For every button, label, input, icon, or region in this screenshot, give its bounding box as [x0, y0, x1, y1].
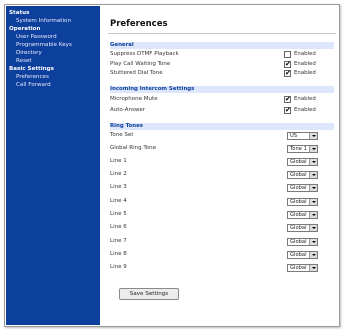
nav-section-operation: Operation [9, 26, 41, 32]
checkbox-stuttered-dial-tone-label: Enabled [294, 70, 316, 76]
label-tone-set: Tone Set [110, 132, 134, 138]
select-tone-set-value: US [290, 133, 298, 139]
nav-item-system-information[interactable]: System Information [6, 17, 100, 25]
nav-item-programmable-keys[interactable]: Programmable Keys [6, 41, 100, 49]
chevron-down-icon [309, 265, 317, 271]
chevron-down-icon [309, 239, 317, 245]
section-intercom: Incoming Intercom Settings [110, 86, 334, 93]
select-line-9-value: Global [290, 265, 307, 271]
label-line-7: Line 7 [110, 238, 127, 244]
select-line-4[interactable]: Global [287, 198, 318, 206]
section-ring-tones: Ring Tones [110, 123, 334, 130]
select-line-8[interactable]: Global [287, 251, 318, 259]
checkbox-call-waiting-tone[interactable] [284, 60, 291, 68]
select-line-7[interactable]: Global [287, 238, 318, 246]
select-line-6-value: Global [290, 225, 307, 231]
select-line-1[interactable]: Global [287, 158, 318, 166]
section-general: General [110, 42, 334, 49]
save-settings-button[interactable]: Save Settings [119, 288, 179, 300]
label-call-waiting-tone: Play Call Waiting Tone [110, 61, 171, 67]
checkbox-suppress-dtmf-label: Enabled [294, 51, 316, 57]
nav-item-directory[interactable]: Directory [6, 49, 100, 57]
select-line-6[interactable]: Global [287, 224, 318, 232]
select-line-5-value: Global [290, 212, 307, 218]
select-tone-set[interactable]: US [287, 132, 318, 140]
nav-item-reset[interactable]: Reset [6, 57, 100, 65]
chevron-down-icon [309, 225, 317, 231]
section-general-heading: General [110, 41, 134, 48]
chevron-down-icon [309, 252, 317, 258]
label-auto-answer: Auto-Answer [110, 107, 145, 113]
chevron-down-icon [309, 146, 317, 152]
chevron-down-icon [309, 172, 317, 178]
select-line-2-value: Global [290, 172, 307, 178]
select-line-1-value: Global [290, 159, 307, 165]
select-line-3[interactable]: Global [287, 184, 318, 192]
checkbox-microphone-mute[interactable] [284, 95, 291, 103]
checkbox-auto-answer-label: Enabled [294, 107, 316, 113]
select-line-7-value: Global [290, 239, 307, 245]
label-line-1: Line 1 [110, 158, 127, 164]
main-content: Preferences General Suppress DTMF Playba… [108, 6, 338, 325]
nav-section-basic-settings: Basic Settings [9, 66, 54, 72]
checkbox-call-waiting-tone-label: Enabled [294, 61, 316, 67]
label-line-4: Line 4 [110, 198, 127, 204]
nav-item-user-password[interactable]: User Password [6, 33, 100, 41]
chevron-down-icon [309, 185, 317, 191]
nav-item-call-forward[interactable]: Call Forward [6, 81, 100, 89]
chevron-down-icon [309, 212, 317, 218]
checkbox-stuttered-dial-tone[interactable] [284, 69, 291, 77]
section-intercom-heading: Incoming Intercom Settings [110, 85, 195, 92]
label-stuttered-dial-tone: Stuttered Dial Tone [110, 70, 163, 76]
label-global-ring-tone: Global Ring Tone [110, 145, 157, 151]
select-line-3-value: Global [290, 185, 307, 191]
nav-item-preferences[interactable]: Preferences [6, 73, 100, 81]
select-line-5[interactable]: Global [287, 211, 318, 219]
checkbox-auto-answer[interactable] [284, 106, 291, 114]
chevron-down-icon [309, 133, 317, 139]
label-line-3: Line 3 [110, 184, 127, 190]
section-ring-tones-heading: Ring Tones [110, 122, 143, 129]
checkbox-suppress-dtmf[interactable] [284, 51, 291, 58]
label-line-6: Line 6 [110, 224, 127, 230]
label-line-9: Line 9 [110, 264, 127, 270]
select-line-9[interactable]: Global [287, 264, 318, 272]
chevron-down-icon [309, 199, 317, 205]
title-divider [108, 33, 336, 34]
sidebar-nav: Status System Information Operation User… [6, 6, 100, 325]
label-suppress-dtmf: Suppress DTMF Playback [110, 51, 179, 57]
label-line-8: Line 8 [110, 251, 127, 257]
label-line-5: Line 5 [110, 211, 127, 217]
label-line-2: Line 2 [110, 171, 127, 177]
select-global-ring-tone-value: Tone 1 [290, 146, 307, 152]
select-line-2[interactable]: Global [287, 171, 318, 179]
checkbox-microphone-mute-label: Enabled [294, 96, 316, 102]
label-microphone-mute: Microphone Mute [110, 96, 158, 102]
select-global-ring-tone[interactable]: Tone 1 [287, 145, 318, 153]
select-line-8-value: Global [290, 252, 307, 258]
page-title: Preferences [110, 19, 168, 29]
select-line-4-value: Global [290, 199, 307, 205]
chevron-down-icon [309, 159, 317, 165]
nav-section-status: Status [9, 10, 30, 16]
